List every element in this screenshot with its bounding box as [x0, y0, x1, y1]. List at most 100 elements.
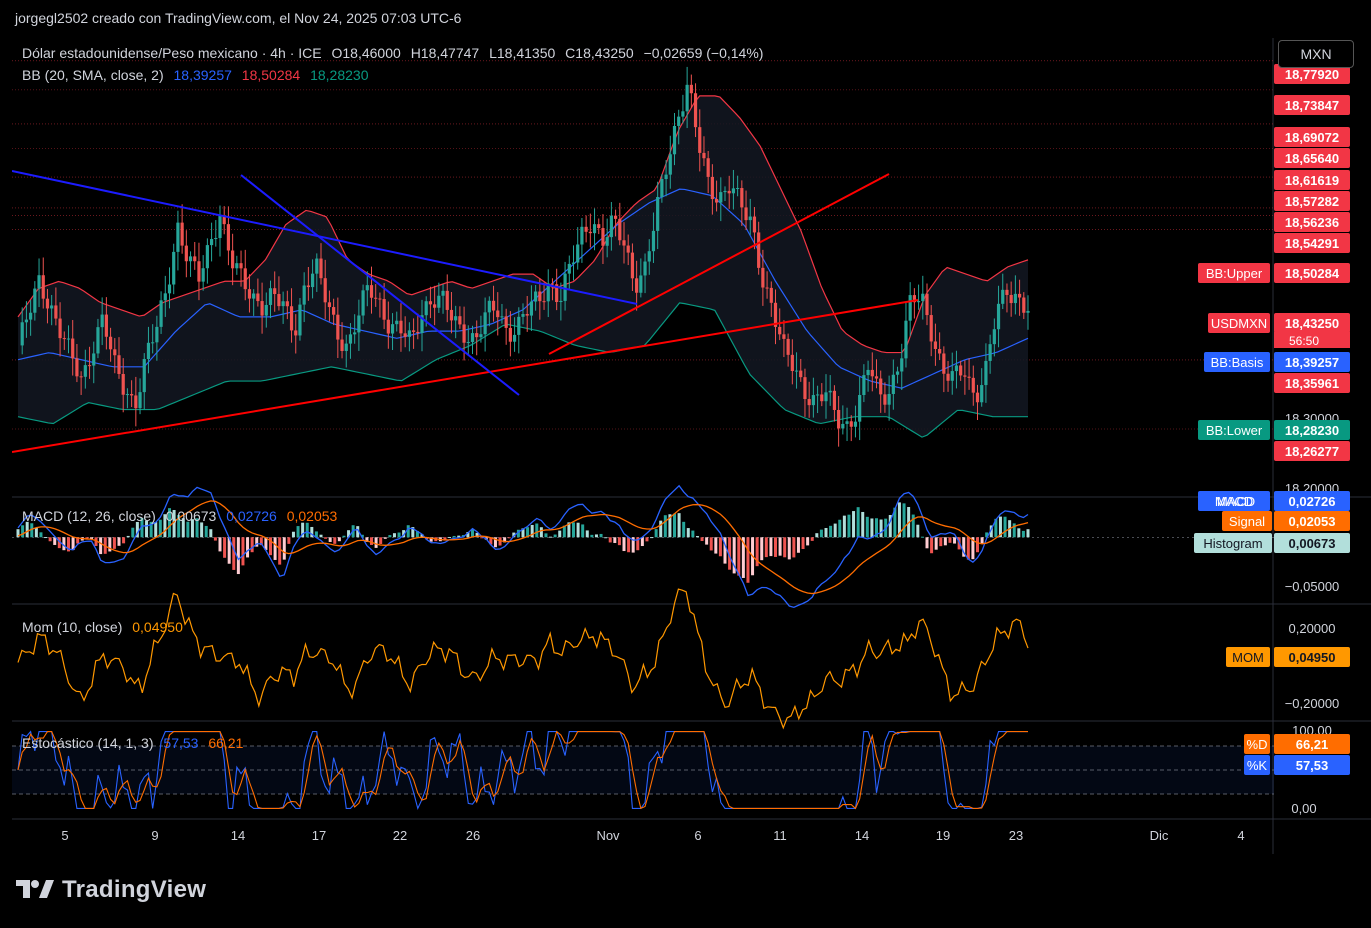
candle-body [975, 392, 980, 403]
axis-tag-label: %K [1247, 758, 1268, 773]
author-line: jorgegl2502 creado con TradingView.com, … [15, 10, 462, 26]
candle-body [609, 215, 613, 238]
macd-histogram-bar [682, 521, 686, 538]
symbol-title[interactable]: Dólar estadounidense/Peso mexicano · 4h … [22, 45, 322, 61]
macd-histogram-bar [737, 537, 741, 576]
candle-body [104, 314, 108, 337]
macd-histogram-bar [686, 528, 690, 538]
candle-body [895, 371, 900, 375]
time-axis-label: Nov [596, 828, 620, 843]
candle-body [256, 293, 260, 302]
axis-tag-value: 18,39257 [1285, 355, 1339, 370]
chart-canvas[interactable]: 5 9 14 17 22 26 Nov 6 11 14 19 23 Dic 4 18,77920 18,73… [12, 38, 1371, 854]
candle-body [491, 300, 496, 311]
time-axis-label: Dic [1150, 828, 1169, 843]
currency-button[interactable]: MXN [1278, 40, 1354, 68]
candle-body [571, 262, 576, 264]
macd-histogram-bar [204, 525, 208, 538]
macd-histogram-bar [406, 525, 410, 538]
macd-histogram-bar [126, 535, 130, 538]
candle-body [226, 224, 231, 251]
macd-histogram-bar [1021, 530, 1025, 538]
macd-legend: MACD (12, 26, close) 0,00673 0,02726 0,0… [22, 508, 343, 524]
candle-body [172, 251, 176, 285]
axis-tag-value: 18,26277 [1285, 444, 1339, 459]
candle-body [365, 285, 369, 291]
candle-body [862, 375, 866, 396]
candle-body [386, 319, 390, 334]
time-axis-label: 11 [773, 828, 787, 843]
bb-legend-label[interactable]: BB (20, SMA, close, 2) [22, 67, 164, 83]
macd-histogram-bar [953, 537, 957, 544]
candle-body [744, 207, 748, 221]
candle-body [971, 377, 975, 393]
macd-histogram-bar [870, 518, 874, 538]
ohlc-high: H18,47747 [410, 45, 480, 61]
axis-tag-value: 0,04950 [1289, 650, 1336, 665]
chart-frame[interactable]: 5 9 14 17 22 26 Nov 6 11 14 19 23 Dic 4 18,77920 18,73… [12, 38, 1371, 854]
candle-body [677, 116, 681, 126]
candle-body [980, 385, 984, 403]
axis-tag-value: 57,53 [1296, 758, 1329, 773]
macd-histogram-bar [627, 537, 631, 553]
macd-histogram-bar [714, 537, 718, 554]
ohlc-low: L18,41350 [489, 45, 556, 61]
time-axis-label: 19 [936, 828, 950, 843]
price-level-tag: 18,61619 [1274, 170, 1350, 190]
stoch-legend-label[interactable]: Estocástico (14, 1, 3) [22, 735, 154, 751]
candle-body [479, 334, 483, 338]
candle-body [710, 176, 714, 200]
candle-body [382, 299, 386, 320]
candle-body [849, 421, 853, 427]
macd-histogram-bar [48, 537, 52, 542]
macd-histogram-bar [324, 537, 328, 539]
macd-histogram-bar [25, 521, 29, 538]
candle-body [285, 301, 289, 307]
mom-legend: Mom (10, close) 0,04950 [22, 619, 189, 635]
candle-body [858, 395, 862, 422]
candle-body [959, 365, 963, 376]
tradingview-brand[interactable]: TradingView [14, 876, 206, 904]
mom-legend-label[interactable]: Mom (10, close) [22, 619, 122, 635]
candle-body [900, 358, 904, 372]
macd-histogram-bar [1003, 516, 1007, 538]
macd-histogram-bar [282, 537, 286, 560]
candle-body [1017, 293, 1022, 298]
candle-body [635, 278, 639, 293]
macd-histogram-bar [1026, 529, 1030, 538]
macd-histogram-bar [21, 525, 25, 538]
candle-body [167, 284, 172, 294]
macd-histogram-bar [278, 537, 282, 565]
stoch-legend: Estocástico (14, 1, 3) 57,53 66,21 [22, 735, 249, 751]
time-axis-label: 4 [1237, 828, 1244, 843]
macd-histogram-bar [397, 532, 401, 538]
candle-body [748, 216, 752, 221]
tradingview-logo-icon [16, 880, 54, 898]
candle-body [340, 339, 344, 352]
axis-tag-value: 18,50284 [1285, 266, 1340, 281]
macd-legend-label[interactable]: MACD (12, 26, close) [22, 508, 156, 524]
countdown-label: 56:50 [1289, 334, 1319, 348]
candle-body [613, 215, 618, 219]
candle-body [929, 315, 933, 342]
candle-body [921, 293, 925, 302]
candle-body [483, 312, 487, 335]
candle-body [580, 226, 584, 245]
candle-body [736, 188, 740, 190]
macd-histogram-bar [709, 537, 713, 551]
axis-tag-value: 0,00673 [1289, 536, 1336, 551]
candle-body [462, 324, 466, 343]
candle-body [344, 343, 348, 352]
momentum-line [17, 588, 1029, 730]
candle-body [75, 358, 79, 377]
price-level-tag: 18,54291 [1274, 233, 1350, 253]
axis-tag-value: 18,57282 [1285, 194, 1339, 209]
candle-body [353, 332, 357, 335]
macd-histogram-bar [383, 537, 387, 539]
macd-histogram-bar [916, 524, 920, 538]
macd-histogram-bar [553, 534, 557, 538]
macd-histogram-bar [815, 533, 819, 538]
candle-body [946, 373, 950, 381]
candle-body [597, 224, 601, 229]
signal-tag-label: Signal [1229, 514, 1265, 529]
